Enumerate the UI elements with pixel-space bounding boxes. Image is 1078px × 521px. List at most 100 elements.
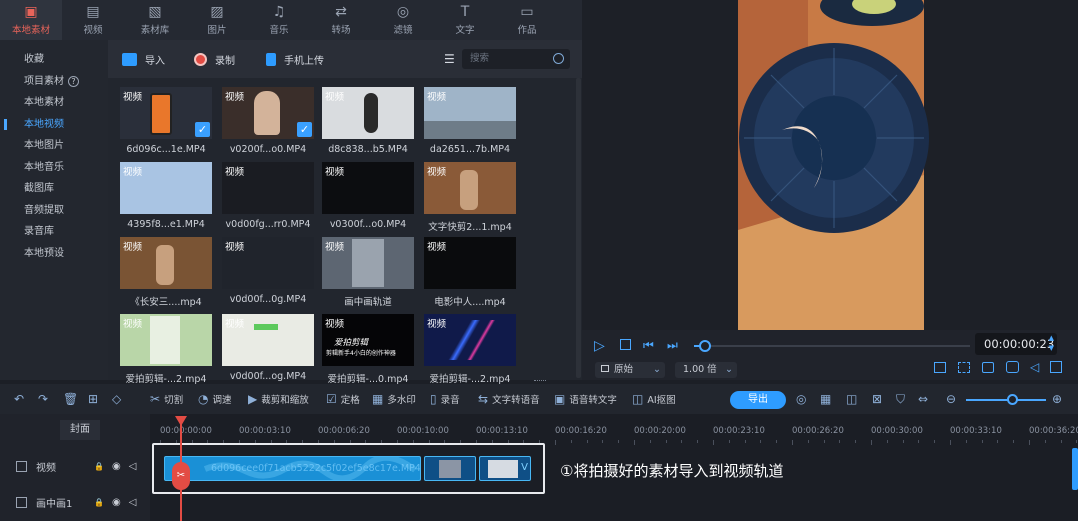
video-clip-2[interactable] <box>424 456 476 481</box>
sidebar-item-0[interactable]: 收藏 <box>0 49 108 71</box>
ratio-select[interactable]: 原始 ⌄ <box>595 362 665 378</box>
timeline-scroll-handle[interactable] <box>1072 448 1078 490</box>
media-item[interactable]: 视频 v0d00f...og.MP4 <box>222 314 314 382</box>
media-item[interactable]: 视频 《长安三....mp4 <box>120 237 212 308</box>
sort-icon[interactable]: ☰ <box>444 50 455 68</box>
crop-preview-icon[interactable] <box>958 362 970 373</box>
undo-icon[interactable]: ↶ <box>14 392 24 406</box>
top-tab-3[interactable]: ▨ 图片 <box>186 0 248 40</box>
cover-button[interactable]: 封面 <box>60 420 100 440</box>
grid-icon[interactable]: ▦ <box>820 392 831 406</box>
speed-button[interactable]: ◔ 调速 <box>198 392 232 406</box>
stepper-icon[interactable]: ▲ ▼ <box>1049 333 1054 353</box>
scissors-handle-icon[interactable]: ✂ <box>172 462 190 490</box>
top-tab-8[interactable]: ▭ 作品 <box>496 0 558 40</box>
media-thumbnail[interactable]: 视频 ✓ <box>120 87 212 139</box>
video-clip[interactable]: 6d096cee0f71acb5222c5f02ef5e8c17e.MP4 <box>164 456 421 481</box>
media-thumbnail[interactable]: 视频 <box>322 237 414 289</box>
media-item[interactable]: 视频 ✓ v0200f...o0.MP4 <box>222 87 314 155</box>
cut-button[interactable]: ✂ 切割 <box>150 392 183 406</box>
resize-handle[interactable] <box>534 380 546 383</box>
sidebar-item-4[interactable]: 本地图片 <box>0 135 108 157</box>
ai-matting-button[interactable]: ◫ AI抠图 <box>632 392 676 406</box>
media-item[interactable]: 视频 电影中人....mp4 <box>424 237 516 308</box>
media-item[interactable]: 视频 4395f8...e1.MP4 <box>120 162 212 230</box>
sidebar-item-2[interactable]: 本地素材 <box>0 92 108 114</box>
redo-icon[interactable]: ↷ <box>38 392 48 406</box>
checkmark-icon[interactable]: ✓ <box>297 122 312 137</box>
zoom-in-icon[interactable]: ⊕ <box>1052 392 1062 406</box>
media-item[interactable]: 爱拍剪辑 剪辑新手4小白的创作神器 视频 爱拍剪辑-...0.mp4 <box>322 314 414 385</box>
watermark-button[interactable]: ▦ 多水印 <box>372 392 416 406</box>
video-clip-3[interactable]: V <box>479 456 531 481</box>
media-item[interactable]: 视频 ✓ 6d096c...1e.MP4 <box>120 87 212 155</box>
stop-icon[interactable] <box>620 339 631 350</box>
media-thumbnail[interactable]: 视频 <box>322 162 414 214</box>
fit-icon[interactable]: ⇔ <box>918 392 928 406</box>
lock-icon[interactable]: 🔒 <box>94 462 104 471</box>
volume-icon[interactable]: ◁ <box>1030 360 1039 374</box>
top-tab-7[interactable]: T 文字 <box>434 0 496 40</box>
media-item[interactable]: 视频 爱拍剪辑-...2.mp4 <box>424 314 516 385</box>
checkmark-icon[interactable]: ✓ <box>195 122 210 137</box>
subtitle-icon[interactable] <box>982 362 994 373</box>
media-scrollbar[interactable] <box>576 78 581 378</box>
eye-icon[interactable]: ◉ <box>112 497 121 508</box>
media-item[interactable]: 视频 文字快剪2...1.mp4 <box>424 162 516 233</box>
media-thumbnail[interactable]: 视频 <box>424 87 516 139</box>
media-thumbnail[interactable]: 视频 <box>222 237 314 289</box>
next-frame-icon[interactable]: ⏭ <box>667 338 678 353</box>
media-thumbnail[interactable]: 视频 <box>322 87 414 139</box>
media-thumbnail[interactable]: 视频 <box>424 237 516 289</box>
layout-icon[interactable] <box>934 362 946 373</box>
record-audio-button[interactable]: ▯ 录音 <box>430 392 460 406</box>
freeze-button[interactable]: ☑ 定格 <box>326 392 360 406</box>
panel-icon[interactable]: ◫ <box>846 392 857 406</box>
split-icon[interactable]: ⊞ <box>88 392 98 406</box>
sidebar-item-3[interactable]: 本地视频 <box>0 114 108 136</box>
search-input[interactable]: 搜索 <box>462 49 570 69</box>
timecode-field[interactable]: 00:00:00:23 ▲ ▼ <box>975 333 1057 355</box>
play-icon[interactable]: ▷ <box>594 338 605 354</box>
top-tab-5[interactable]: ⇄ 转场 <box>310 0 372 40</box>
media-item[interactable]: 视频 画中画轨道 <box>322 237 414 308</box>
help-icon[interactable]: ? <box>68 75 79 87</box>
media-item[interactable]: 视频 v0d00fg...rr0.MP4 <box>222 162 314 230</box>
top-tab-2[interactable]: ▧ 素材库 <box>124 0 186 40</box>
volume-icon[interactable]: ◁ <box>129 461 137 472</box>
media-item[interactable]: 视频 v0d00f...0g.MP4 <box>222 237 314 305</box>
sidebar-item-1[interactable]: 项目素材? <box>0 71 108 93</box>
sidebar-item-8[interactable]: 录音库 <box>0 221 108 243</box>
media-thumbnail[interactable]: 视频 <box>120 162 212 214</box>
speed-select[interactable]: 1.00 倍 ⌄ <box>675 362 737 378</box>
sidebar-item-9[interactable]: 本地预设 <box>0 243 108 265</box>
import-button[interactable]: 导入 <box>122 50 165 68</box>
zoom-out-icon[interactable]: ⊖ <box>946 392 956 406</box>
media-thumbnail[interactable]: 视频 <box>424 314 516 366</box>
effect-icon[interactable]: ◎ <box>796 392 806 406</box>
media-thumbnail[interactable]: 视频 <box>424 162 516 214</box>
media-item[interactable]: 视频 v0300f...o0.MP4 <box>322 162 414 230</box>
speech-to-text-button[interactable]: ▣ 语音转文字 <box>554 392 617 406</box>
media-thumbnail[interactable]: 爱拍剪辑 剪辑新手4小白的创作神器 视频 <box>322 314 414 366</box>
top-tab-6[interactable]: ◎ 滤镜 <box>372 0 434 40</box>
top-tab-1[interactable]: ▤ 视频 <box>62 0 124 40</box>
media-thumbnail[interactable]: 视频 <box>222 162 314 214</box>
record-button[interactable]: 录制 <box>194 50 235 68</box>
marker-icon[interactable]: ◇ <box>112 392 121 406</box>
top-tab-4[interactable]: ♫ 音乐 <box>248 0 310 40</box>
top-tab-0[interactable]: ▣ 本地素材 <box>0 0 62 40</box>
zoom-handle[interactable] <box>1007 394 1019 405</box>
media-item[interactable]: 视频 d8c838...b5.MP4 <box>322 87 414 155</box>
media-thumbnail[interactable]: 视频 <box>120 237 212 289</box>
fullscreen-icon[interactable] <box>1050 361 1062 373</box>
media-thumbnail[interactable]: 视频 <box>120 314 212 366</box>
phone-upload-button[interactable]: 手机上传 <box>266 50 324 68</box>
sidebar-item-7[interactable]: 音频提取 <box>0 200 108 222</box>
search-icon[interactable] <box>553 53 564 64</box>
lock-icon[interactable]: 🔒 <box>94 498 104 507</box>
eye-icon[interactable]: ◉ <box>112 461 121 472</box>
sidebar-item-5[interactable]: 本地音乐 <box>0 157 108 179</box>
volume-icon[interactable]: ◁ <box>129 497 137 508</box>
shield-icon[interactable]: ⛉ <box>896 392 905 407</box>
